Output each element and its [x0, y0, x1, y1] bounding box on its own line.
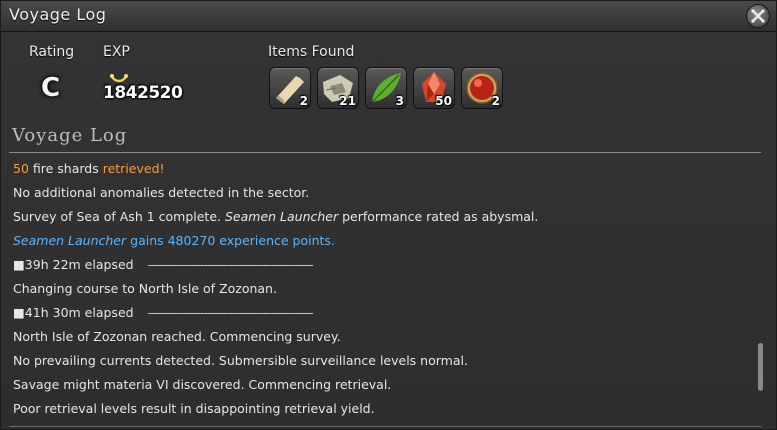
log-line: 50 fire shards retrieved! [13, 159, 753, 183]
title-bar[interactable]: Voyage Log [1, 1, 776, 32]
log-line: ■41h 30m elapsed ------------------------… [13, 303, 753, 327]
item-slot[interactable]: 2 [269, 67, 311, 109]
item-slot[interactable]: 2 [461, 67, 503, 109]
separator-dashes: ----------------------------------------… [147, 257, 314, 272]
divider [9, 152, 761, 153]
rating-label: Rating [29, 44, 75, 60]
close-icon [751, 9, 765, 23]
item-quantity: 3 [395, 94, 404, 108]
log-line: Seamen Launcher gains 480270 experience … [13, 231, 753, 255]
log-line: Savage might materia VI discovered. Comm… [13, 377, 392, 392]
exp-value: 1842520 [103, 83, 183, 103]
item-quantity: 2 [491, 94, 500, 108]
window-title: Voyage Log [9, 5, 107, 24]
item-quantity: 50 [435, 94, 452, 108]
submersible-name: Seamen Launcher [224, 209, 339, 224]
items-found-label: Items Found [268, 44, 355, 60]
item-slot[interactable]: 21 [317, 67, 359, 109]
scrollbar[interactable] [758, 161, 764, 425]
log-text: performance rated as abysmal. [338, 209, 539, 224]
scrollbar-thumb[interactable] [758, 343, 763, 391]
rating-value: C [41, 73, 61, 103]
log-line: ■39h 22m elapsed ------------------------… [13, 255, 753, 279]
log-line: No additional anomalies detected in the … [13, 185, 310, 200]
submersible-name: Seamen Launcher [13, 233, 127, 248]
item-slot[interactable]: 50 [413, 67, 455, 109]
item-quantity: 21 [339, 94, 356, 108]
log-text: gains 480270 experience points. [126, 233, 335, 248]
log-text: fire shards [28, 161, 103, 176]
elapsed-time: ■39h 22m elapsed [13, 257, 134, 272]
retrieved-text: retrieved! [102, 161, 165, 176]
voyage-log-list[interactable]: 50 fire shards retrieved! No additional … [13, 159, 753, 425]
divider [9, 426, 761, 427]
item-slot[interactable]: 3 [365, 67, 407, 109]
exp-label: EXP [103, 44, 130, 60]
log-text: Survey of Sea of Ash 1 complete. [13, 209, 225, 224]
log-line: Poor retrieval levels result in disappoi… [13, 401, 375, 416]
log-line: No prevailing currents detected. Submers… [13, 353, 468, 368]
shard-count: 50 [13, 161, 29, 176]
section-header: Voyage Log [12, 125, 128, 146]
separator-dashes: ----------------------------------------… [147, 305, 314, 320]
item-quantity: 2 [299, 94, 308, 108]
log-line: Changing course to North Isle of Zozonan… [13, 281, 277, 296]
log-line: North Isle of Zozonan reached. Commencin… [13, 329, 341, 344]
close-button[interactable] [746, 4, 770, 28]
log-line: Survey of Sea of Ash 1 complete. Seamen … [13, 207, 753, 231]
elapsed-time: ■41h 30m elapsed [13, 305, 134, 320]
voyage-log-window: Voyage Log Rating C EXP 1842520 Items Fo… [0, 0, 777, 430]
